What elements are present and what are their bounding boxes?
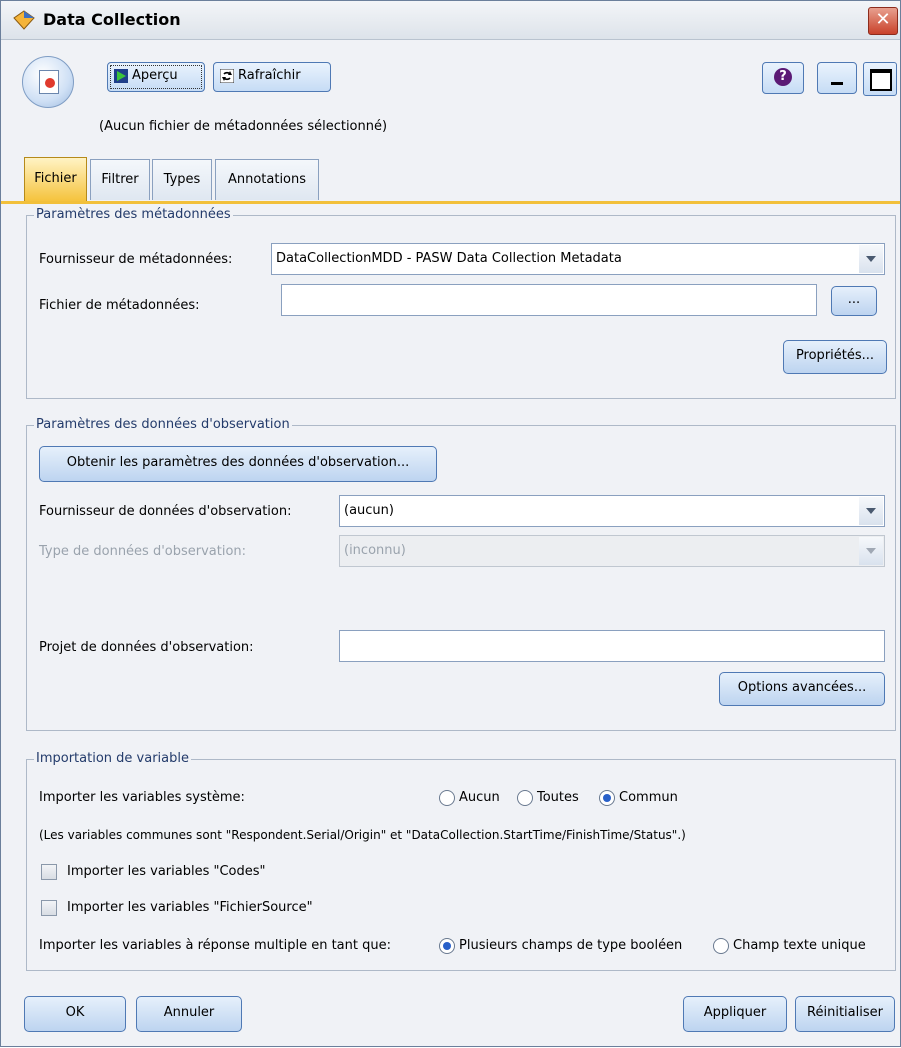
metadata-file-input[interactable]: [281, 284, 817, 316]
metadata-provider-select[interactable]: DataCollectionMDD - PASW Data Collection…: [271, 243, 885, 275]
observation-provider-label: Fournisseur de données d'observation:: [39, 504, 292, 519]
minimize-button[interactable]: [817, 62, 857, 94]
tab-annotations[interactable]: Annotations: [215, 159, 319, 200]
chevron-down-icon[interactable]: [859, 497, 883, 525]
source-file-checkbox-label[interactable]: Importer les variables "FichierSource": [67, 900, 313, 915]
multi-radio-text[interactable]: [713, 938, 729, 954]
metadata-provider-value: DataCollectionMDD - PASW Data Collection…: [276, 251, 622, 266]
observation-provider-value: (aucun): [344, 503, 394, 518]
node-icon: [22, 56, 74, 108]
system-radio-aucun[interactable]: [439, 790, 455, 806]
observation-type-select: (inconnu): [339, 535, 885, 567]
observation-group: Paramètres des données d'observation Obt…: [26, 417, 896, 731]
no-metadata-file-text: (Aucun fichier de métadonnées sélectionn…: [99, 119, 388, 134]
apply-button[interactable]: Appliquer: [683, 996, 787, 1032]
browse-button[interactable]: ...: [831, 286, 877, 316]
multi-response-label: Importer les variables à réponse multipl…: [39, 938, 391, 953]
preview-button-label: Aperçu: [132, 68, 178, 83]
import-group: Importation de variable Importer les var…: [26, 751, 896, 971]
advanced-options-button[interactable]: Options avancées...: [719, 672, 885, 706]
import-group-legend: Importation de variable: [34, 751, 191, 766]
observation-project-input[interactable]: [339, 630, 885, 662]
multi-radio-boolean-label[interactable]: Plusieurs champs de type booléen: [459, 938, 682, 953]
help-icon: ?: [774, 68, 792, 86]
observation-project-label: Projet de données d'observation:: [39, 640, 254, 655]
tab-filtrer[interactable]: Filtrer: [90, 159, 150, 200]
common-variables-note: (Les variables communes sont "Respondent…: [39, 828, 686, 842]
observation-type-label: Type de données d'observation:: [39, 544, 247, 559]
observation-provider-select[interactable]: (aucun): [339, 495, 885, 527]
system-radio-aucun-label[interactable]: Aucun: [459, 790, 500, 805]
system-radio-commun[interactable]: [599, 790, 615, 806]
dialog-footer: OK Annuler Appliquer Réinitialiser: [1, 986, 900, 1048]
metadata-provider-label: Fournisseur de métadonnées:: [39, 252, 233, 267]
multi-radio-text-label[interactable]: Champ texte unique: [733, 938, 866, 953]
cancel-button[interactable]: Annuler: [136, 996, 242, 1032]
node-diamond-icon: [13, 10, 35, 30]
maximize-button[interactable]: [863, 62, 897, 96]
window-title: Data Collection: [43, 10, 181, 29]
tab-fichier[interactable]: Fichier: [24, 157, 87, 201]
properties-button[interactable]: Propriétés...: [783, 340, 887, 374]
system-radio-toutes-label[interactable]: Toutes: [537, 790, 579, 805]
codes-checkbox[interactable]: [41, 864, 57, 880]
metadata-group: Paramètres des métadonnées Fournisseur d…: [26, 207, 896, 399]
chevron-down-icon[interactable]: [859, 245, 883, 273]
tab-underline: [1, 201, 900, 204]
refresh-icon: [220, 69, 234, 83]
observation-type-value: (inconnu): [344, 543, 406, 558]
dialog-window: Data Collection ✕ Aperçu Rafraîchir ? (A…: [0, 0, 901, 1047]
codes-checkbox-label[interactable]: Importer les variables "Codes": [67, 864, 266, 879]
tab-bar: Fichier Filtrer Types Annotations: [1, 157, 900, 201]
system-variables-label: Importer les variables système:: [39, 790, 245, 805]
source-file-checkbox[interactable]: [41, 900, 57, 916]
get-observation-params-button[interactable]: Obtenir les paramètres des données d'obs…: [39, 446, 437, 482]
observation-group-legend: Paramètres des données d'observation: [34, 417, 292, 432]
help-button[interactable]: ?: [762, 62, 804, 94]
refresh-button-label: Rafraîchir: [238, 68, 301, 83]
multi-radio-boolean[interactable]: [439, 938, 455, 954]
maximize-icon: [870, 69, 892, 91]
metadata-group-legend: Paramètres des métadonnées: [34, 207, 233, 222]
ok-button[interactable]: OK: [24, 996, 126, 1032]
tab-types[interactable]: Types: [152, 159, 212, 200]
refresh-button[interactable]: Rafraîchir: [213, 62, 331, 92]
title-bar: Data Collection ✕: [1, 1, 900, 40]
chevron-down-icon: [859, 537, 883, 565]
play-icon: [114, 69, 128, 83]
preview-button[interactable]: Aperçu: [107, 62, 205, 92]
minimize-icon: [831, 82, 843, 85]
system-radio-toutes[interactable]: [517, 790, 533, 806]
close-button[interactable]: ✕: [868, 7, 898, 35]
system-radio-commun-label[interactable]: Commun: [619, 790, 678, 805]
reset-button[interactable]: Réinitialiser: [795, 996, 895, 1032]
metadata-file-label: Fichier de métadonnées:: [39, 298, 200, 313]
